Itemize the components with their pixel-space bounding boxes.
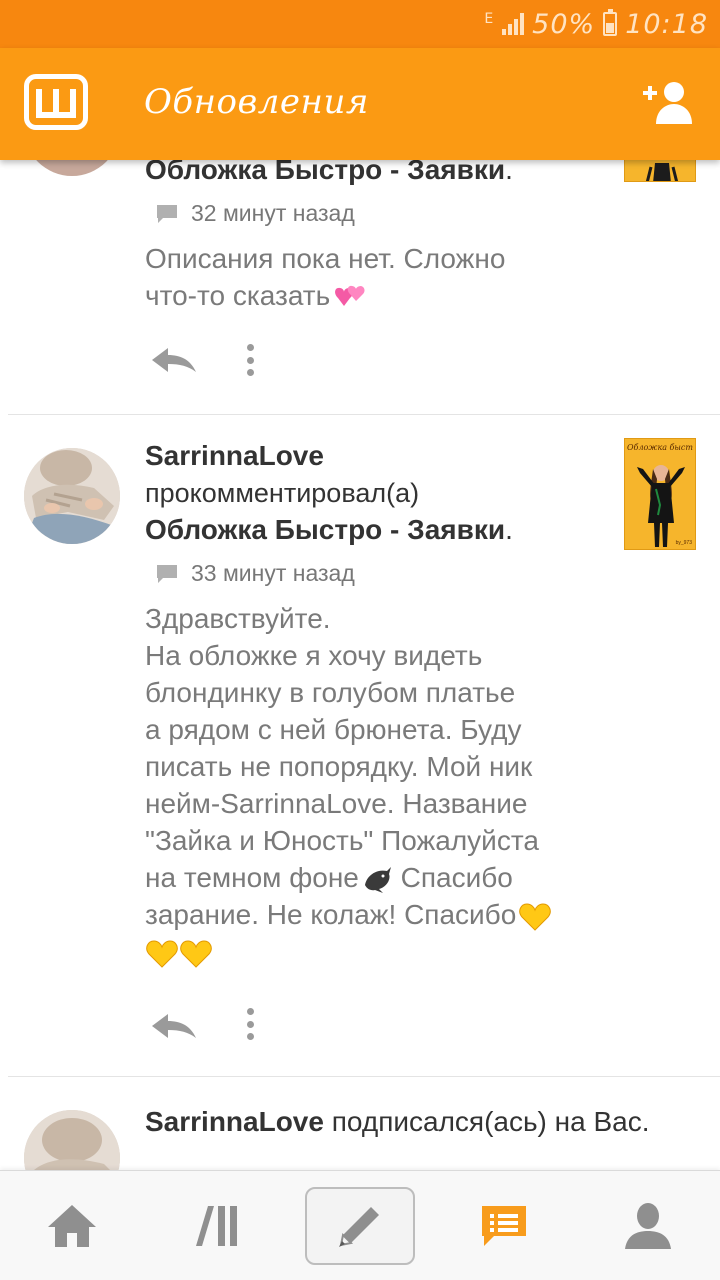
status-bar: E 50% 10:18 — [0, 0, 720, 48]
page-title: Обновления — [144, 82, 369, 122]
dolphin-emoji-icon — [364, 866, 391, 893]
story-cover-thumbnail[interactable]: Обложка быстро by_973 — [624, 438, 696, 550]
story-title[interactable]: Обложка Быстро - Заявки. — [145, 160, 513, 186]
pencil-icon — [339, 1207, 379, 1247]
comment-icon — [157, 204, 177, 223]
comment-text: Описания пока нет. Сложно что-то сказать — [145, 243, 506, 311]
timestamp: 33 минут назад — [155, 560, 355, 587]
battery-percent: 50% — [532, 8, 596, 40]
yellow-heart-emoji-icon — [180, 940, 212, 968]
activity-action: прокомментировал(а) — [145, 478, 420, 508]
add-friend-icon[interactable] — [640, 78, 696, 126]
comment-icon — [157, 564, 177, 583]
story-title[interactable]: Обложка Быстро - Заявки. — [145, 514, 513, 546]
more-options-icon[interactable] — [236, 1004, 264, 1044]
yellow-heart-emoji-icon — [146, 940, 178, 968]
feed-item: Обложка быстро by_973 SarrinnaLove проко… — [0, 414, 720, 1077]
timestamp: 32 минут назад — [155, 200, 355, 227]
wattpad-logo-icon[interactable] — [24, 74, 88, 130]
library-icon — [196, 1206, 237, 1246]
network-type: E — [484, 11, 495, 27]
author-name[interactable]: SarrinnaLove — [145, 440, 324, 472]
reply-icon[interactable] — [150, 1008, 198, 1044]
nav-library[interactable] — [161, 1187, 271, 1265]
home-icon — [48, 1205, 96, 1247]
more-options-icon[interactable] — [236, 340, 264, 380]
avatar[interactable] — [24, 448, 120, 544]
clock: 10:18 — [625, 8, 708, 40]
feed-item: SarrinnaLove подписался(ась) на Вас. — [0, 1076, 720, 1170]
battery-icon — [603, 9, 618, 36]
nav-home[interactable] — [17, 1187, 127, 1265]
feed-item: Обложка Быстро - Заявки. 32 минут назад … — [0, 160, 720, 415]
bottom-navigation — [0, 1170, 720, 1280]
app-bar: Обновления — [0, 48, 720, 160]
follow-notification: SarrinnaLove подписался(ась) на Вас. — [145, 1106, 650, 1137]
reply-icon[interactable] — [150, 342, 198, 378]
story-cover-thumbnail[interactable] — [624, 160, 696, 182]
updates-feed[interactable]: Обложка Быстро - Заявки. 32 минут назад … — [0, 160, 720, 1170]
avatar[interactable] — [24, 1110, 120, 1170]
comment-text: Здравствуйте. На обложке я хочу видеть б… — [145, 600, 605, 970]
author-name[interactable]: SarrinnaLove — [145, 1106, 324, 1137]
nav-profile[interactable] — [593, 1187, 703, 1265]
nav-write[interactable] — [305, 1187, 415, 1265]
cover-credit: by_973 — [675, 540, 692, 546]
yellow-heart-emoji-icon — [519, 903, 551, 931]
nav-updates[interactable] — [449, 1187, 559, 1265]
avatar[interactable] — [24, 160, 120, 176]
signal-icon — [502, 13, 525, 35]
profile-icon — [625, 1203, 671, 1249]
cover-title: Обложка быстро — [627, 443, 693, 452]
two-hearts-emoji-icon — [335, 285, 365, 306]
notifications-icon — [482, 1206, 526, 1246]
